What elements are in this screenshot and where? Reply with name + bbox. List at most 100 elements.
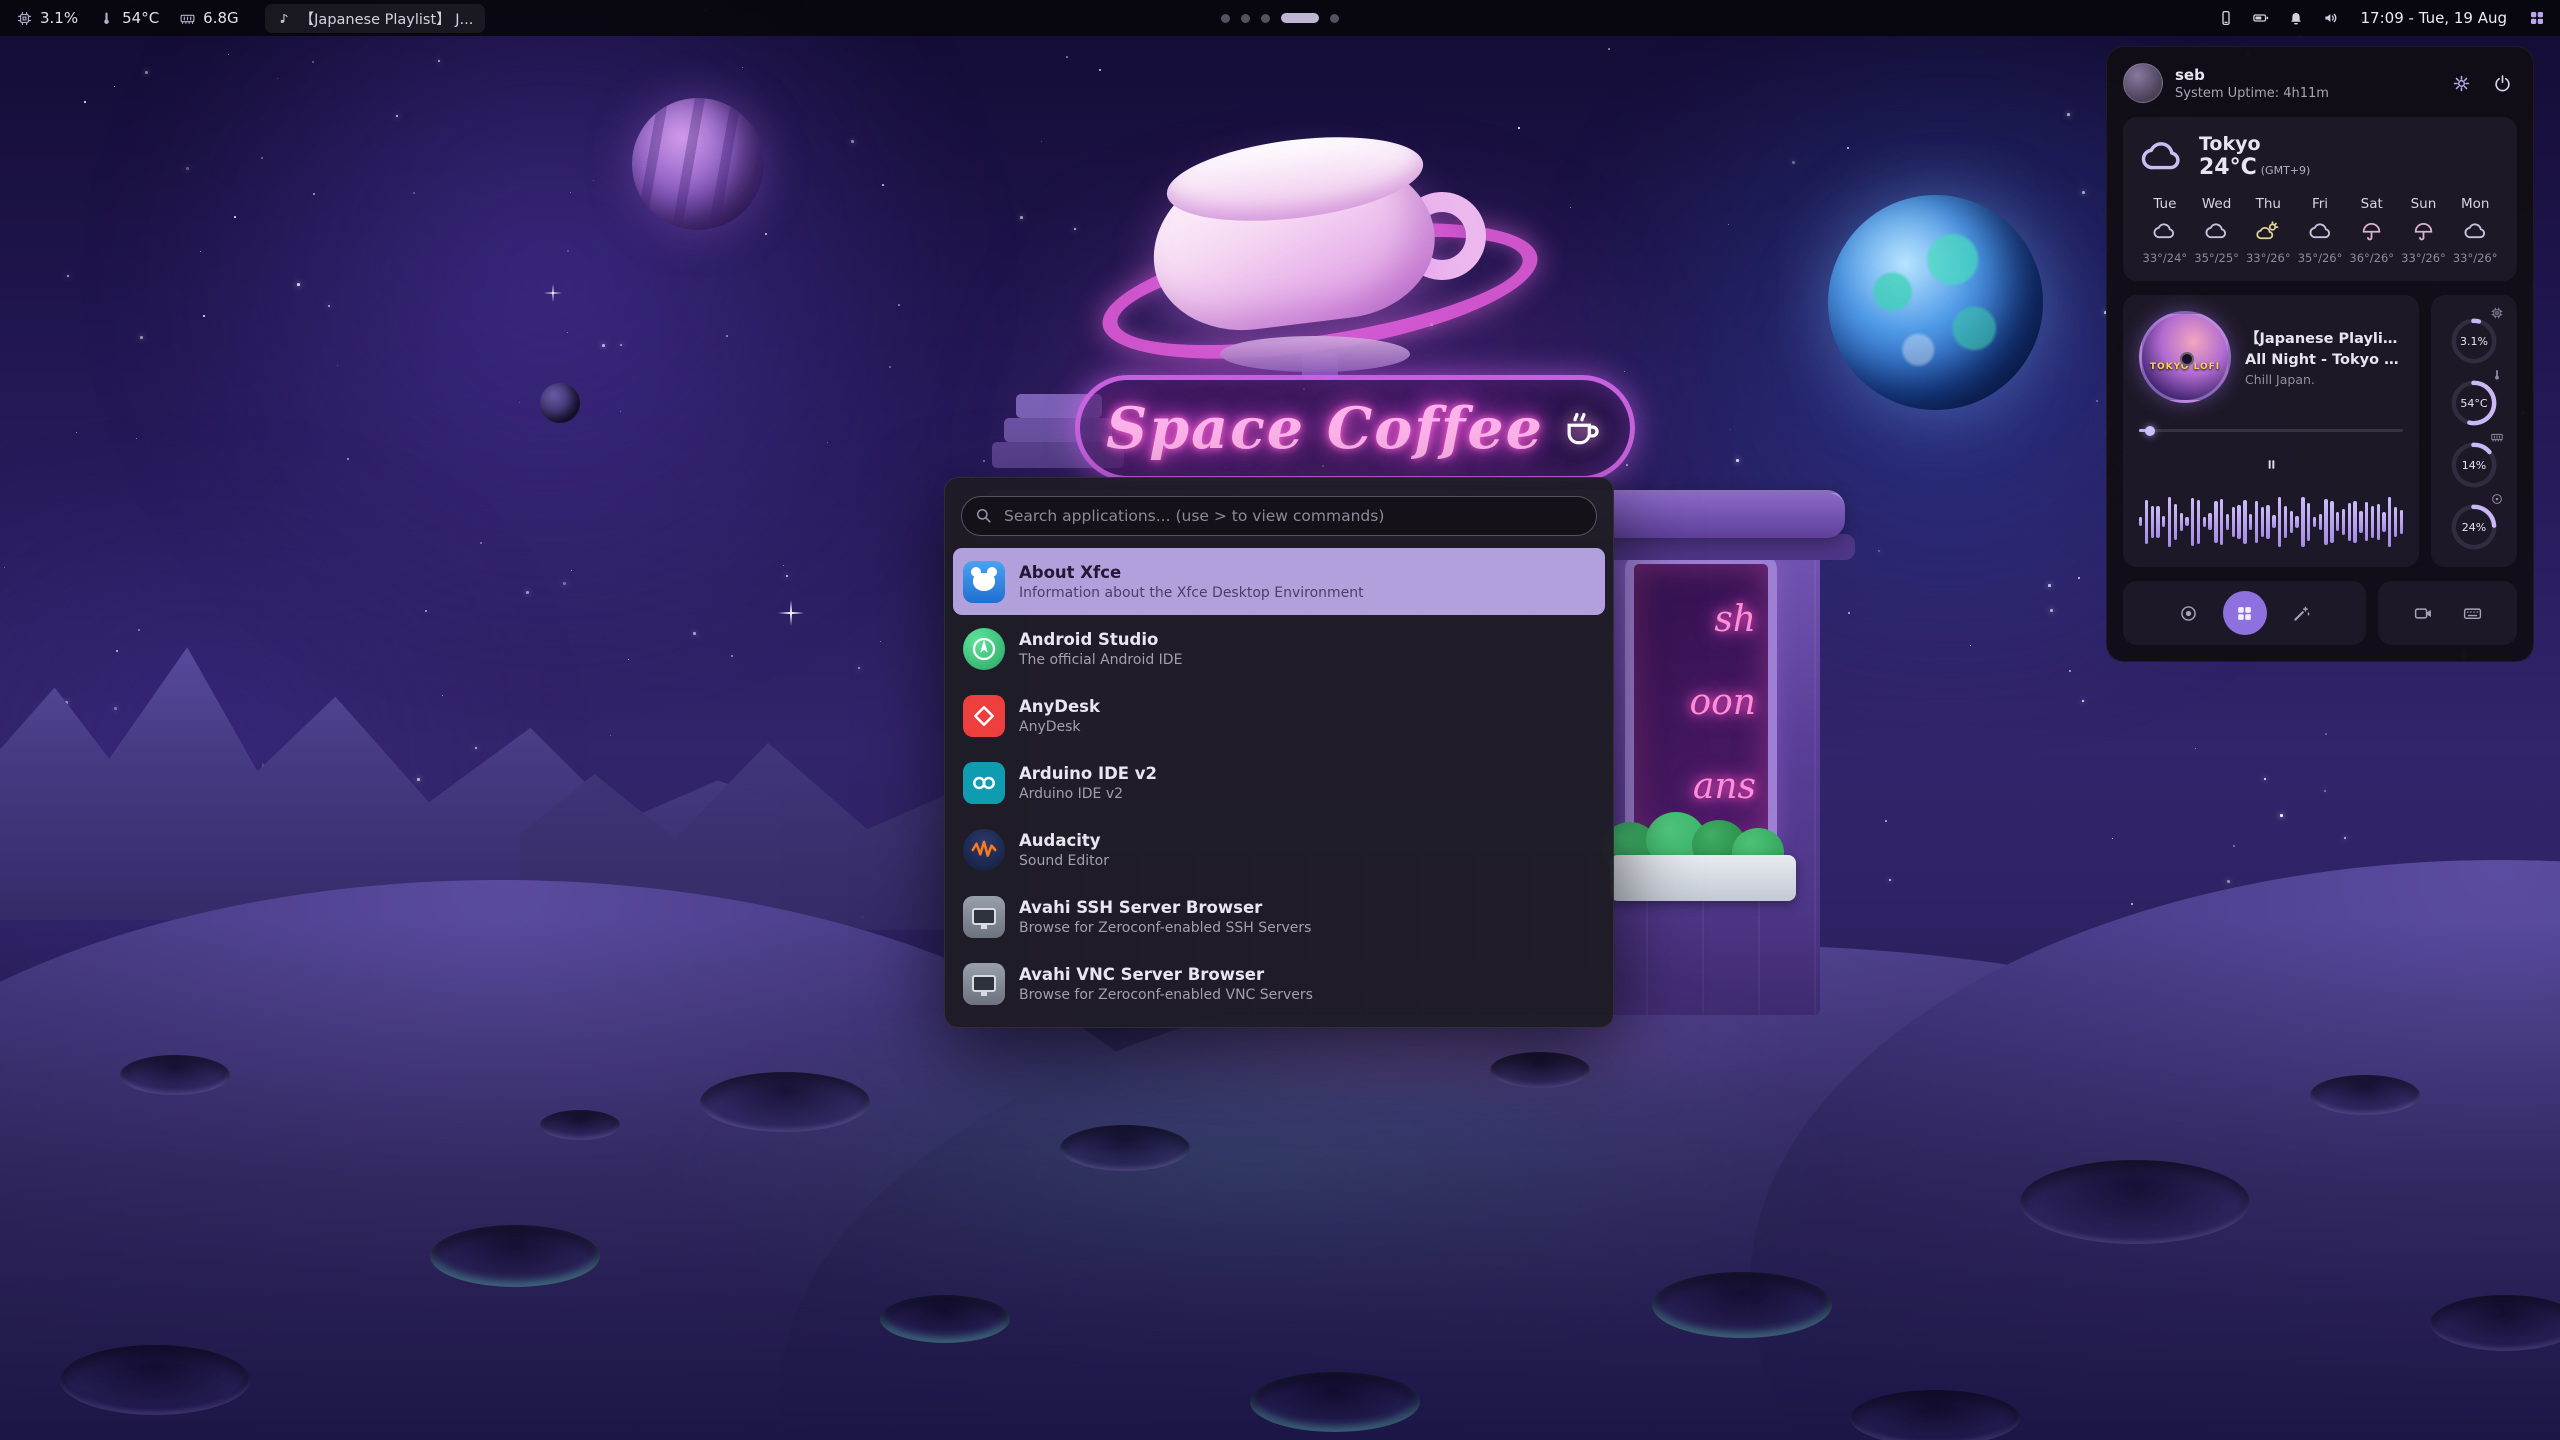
- purple-planet: [632, 98, 764, 230]
- app-name: Avahi SSH Server Browser: [1019, 898, 1311, 917]
- audio-visualizer: [2139, 493, 2403, 551]
- workspace-switcher: [1221, 0, 1339, 36]
- launcher-item[interactable]: Audacity Sound Editor: [953, 816, 1605, 883]
- color-wand-button[interactable]: [2291, 603, 2312, 624]
- crater: [1652, 1272, 1832, 1338]
- media-player-card: TOKYO LOFI 【Japanese Playlist】 Japan All…: [2123, 295, 2419, 567]
- pause-button[interactable]: [2253, 450, 2290, 479]
- keyboard-button[interactable]: [2462, 603, 2483, 624]
- thermometer-icon: [98, 10, 115, 27]
- star-sparkle: [544, 284, 562, 302]
- workspace-dot[interactable]: [1261, 14, 1270, 23]
- seek-thumb[interactable]: [2145, 426, 2155, 436]
- gear-icon: [2451, 73, 2472, 94]
- app-name: About Xfce: [1019, 563, 1364, 582]
- power-button[interactable]: [2488, 69, 2517, 98]
- planter: [1610, 855, 1796, 901]
- launcher-item[interactable]: Avahi VNC Server Browser Browse for Zero…: [953, 950, 1605, 1017]
- crater: [880, 1295, 1010, 1343]
- cpu-gauge: 3.1%: [2446, 307, 2502, 369]
- crater: [1490, 1052, 1590, 1088]
- cloud-icon: [2204, 219, 2229, 244]
- forecast-row: Tue 33°/24° Wed 35°/25° Thu 33°/26° Fri: [2139, 196, 2501, 265]
- clock[interactable]: 17:09 - Tue, 19 Aug: [2361, 9, 2507, 27]
- top-bar: 3.1% 54°C 6.8G 【Japanese Playlist】 J...: [0, 0, 2560, 36]
- app-desc: Browse for Zeroconf-enabled SSH Servers: [1019, 920, 1311, 936]
- disk-gauge: 24%: [2446, 493, 2502, 555]
- nebula: [60, 0, 1040, 640]
- volume-icon[interactable]: [2322, 9, 2340, 27]
- window-neon-text: ans: [1693, 766, 1756, 807]
- launcher-item[interactable]: AnyDesk AnyDesk: [953, 682, 1605, 749]
- screencast-button[interactable]: [2413, 603, 2434, 624]
- star-sparkle: [778, 600, 804, 626]
- launcher-item[interactable]: Android Studio The official Android IDE: [953, 615, 1605, 682]
- weather-card: Tokyo 24°C (GMT+9) Tue 33°/24° Wed 35°/25…: [2123, 117, 2517, 281]
- screen-record-button[interactable]: [2178, 603, 2199, 624]
- pause-icon: [2263, 456, 2280, 473]
- coffee-cup-icon: [1560, 406, 1604, 450]
- search-icon: [974, 506, 993, 525]
- battery-icon[interactable]: [2252, 9, 2270, 27]
- memory-gauge: 14%: [2446, 431, 2502, 493]
- workspace-dot[interactable]: [1241, 14, 1250, 23]
- launcher-item[interactable]: About Xfce Information about the Xfce De…: [953, 548, 1605, 615]
- album-art[interactable]: TOKYO LOFI: [2139, 311, 2231, 403]
- now-playing-pill[interactable]: 【Japanese Playlist】 J...: [265, 4, 486, 33]
- app-desc: Sound Editor: [1019, 853, 1109, 869]
- phone-link-icon[interactable]: [2217, 9, 2235, 27]
- crater: [120, 1055, 230, 1095]
- window-neon-text: oon: [1689, 682, 1756, 723]
- rain-umbrella-icon: [2359, 219, 2384, 244]
- now-playing-title: 【Japanese Playlist】 J...: [300, 8, 474, 29]
- system-stats-card: 3.1% 54°C 14% 24%: [2431, 295, 2517, 567]
- apps-button[interactable]: [2223, 591, 2267, 635]
- avahi-ssh-app-icon: [963, 896, 1005, 938]
- wand-icon: [2291, 603, 2312, 624]
- xfce-app-icon: [963, 561, 1005, 603]
- uptime-label: System Uptime: 4h11m: [2175, 86, 2435, 101]
- audacity-app-icon: [963, 829, 1005, 871]
- forecast-day: Wed 35°/25°: [2191, 196, 2243, 265]
- weather-temp: 24°C: [2199, 155, 2257, 180]
- avatar[interactable]: [2123, 63, 2163, 103]
- crater: [540, 1110, 620, 1140]
- settings-button[interactable]: [2447, 69, 2476, 98]
- memory-icon: [179, 10, 196, 27]
- cpu-value: 3.1%: [40, 9, 78, 27]
- notifications-bell-icon[interactable]: [2287, 9, 2305, 27]
- cloud-icon: [2139, 134, 2185, 180]
- temperature-value: 54°C: [122, 9, 159, 27]
- app-grid-icon[interactable]: [2528, 9, 2546, 27]
- power-icon: [2492, 73, 2513, 94]
- weather-city: Tokyo: [2199, 133, 2310, 155]
- shop-window: sh oon ans: [1625, 555, 1777, 851]
- quick-tools-card: [2123, 581, 2366, 645]
- forecast-day: Thu 33°/26°: [2242, 196, 2294, 265]
- forecast-day: Mon 33°/26°: [2449, 196, 2501, 265]
- control-panel: seb System Uptime: 4h11m Tokyo 24°C(GMT+…: [2106, 46, 2534, 662]
- crater: [2310, 1075, 2420, 1115]
- music-note-icon: [277, 11, 292, 26]
- workspace-dot[interactable]: [1221, 14, 1230, 23]
- keyboard-icon: [2462, 603, 2483, 624]
- neon-sign-text: Space Coffee: [1106, 395, 1544, 462]
- small-moon: [540, 383, 580, 423]
- sun-cloud-icon: [2256, 219, 2281, 244]
- workspace-active-pill[interactable]: [1281, 13, 1319, 23]
- earth-planet: [1828, 195, 2043, 410]
- crater: [1250, 1372, 1420, 1432]
- weather-timezone: (GMT+9): [2261, 164, 2311, 177]
- album-art-label: TOKYO LOFI: [2142, 362, 2228, 372]
- launcher-item[interactable]: Arduino IDE v2 Arduino IDE v2: [953, 749, 1605, 816]
- app-name: Android Studio: [1019, 630, 1182, 649]
- search-input[interactable]: [961, 496, 1597, 536]
- cpu-indicator: 3.1%: [16, 9, 78, 27]
- launcher-item[interactable]: Avahi SSH Server Browser Browse for Zero…: [953, 883, 1605, 950]
- workspace-dot[interactable]: [1330, 14, 1339, 23]
- record-icon: [2178, 603, 2199, 624]
- crater: [700, 1072, 870, 1132]
- app-launcher: About Xfce Information about the Xfce De…: [944, 477, 1614, 1028]
- app-list: About Xfce Information about the Xfce De…: [945, 548, 1613, 1017]
- seek-slider[interactable]: [2139, 425, 2403, 437]
